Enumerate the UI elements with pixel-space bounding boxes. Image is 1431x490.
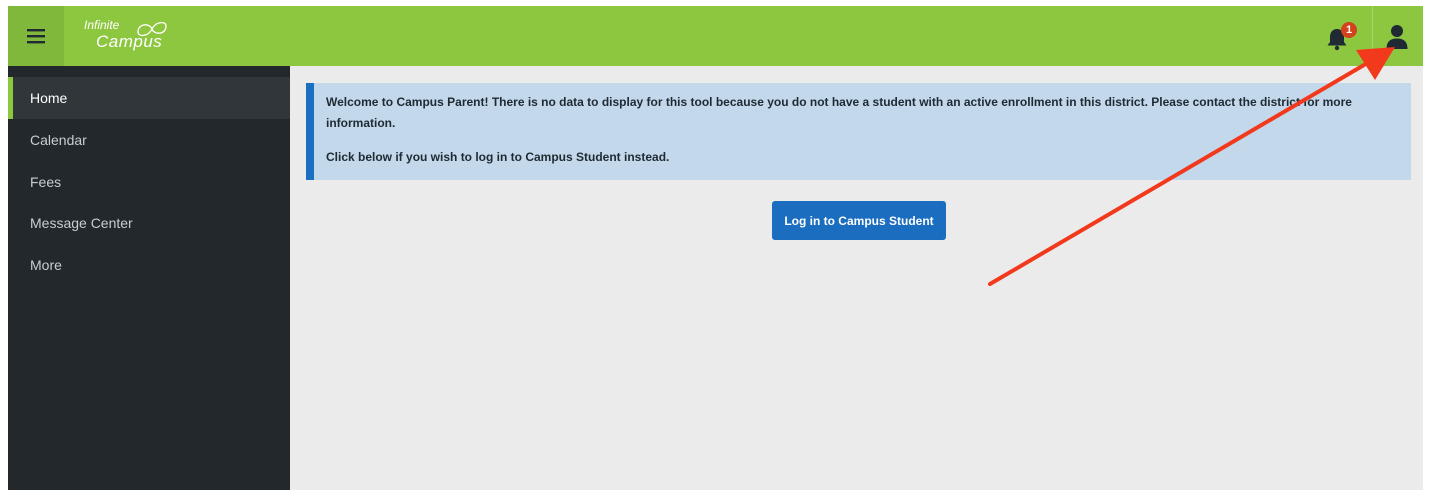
red-annotation-arrow — [988, 47, 1395, 286]
